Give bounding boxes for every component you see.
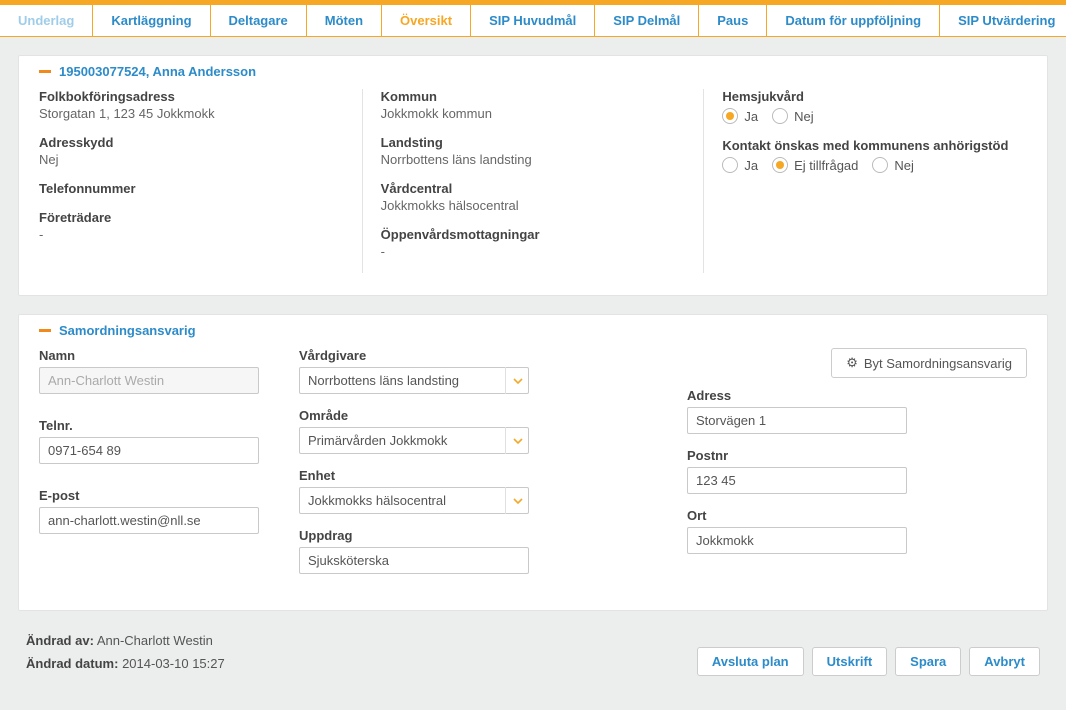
oppenvard-label: Öppenvårdsmottagningar: [381, 227, 686, 242]
tab-kartlaggning[interactable]: Kartläggning: [93, 5, 210, 36]
foretradare-value: -: [39, 227, 344, 242]
patient-panel: 195003077524, Anna Andersson Folkbokföri…: [18, 55, 1048, 296]
tab-paus[interactable]: Paus: [699, 5, 767, 36]
tel-field[interactable]: [39, 437, 259, 464]
kommun-value: Jokkmokk kommun: [381, 106, 686, 121]
spara-button[interactable]: Spara: [895, 647, 961, 676]
andrad-av-label: Ändrad av:: [26, 633, 94, 648]
tab-datum-uppfoljning[interactable]: Datum för uppföljning: [767, 5, 940, 36]
adresskydd-label: Adresskydd: [39, 135, 344, 150]
tab-underlag[interactable]: Underlag: [0, 5, 93, 36]
legend-marker-icon: [39, 70, 51, 73]
vardgivare-select[interactable]: Norrbottens läns landsting: [299, 367, 529, 394]
samordning-panel: Samordningsansvarig Namn Telnr. E-post V…: [18, 314, 1048, 611]
tab-oversikt[interactable]: Översikt: [382, 5, 471, 36]
uppdrag-label: Uppdrag: [299, 528, 529, 543]
omrade-label: Område: [299, 408, 529, 423]
tab-deltagare[interactable]: Deltagare: [211, 5, 307, 36]
adresskydd-value: Nej: [39, 152, 344, 167]
footer: Ändrad av: Ann-Charlott Westin Ändrad da…: [0, 629, 1066, 696]
kommun-label: Kommun: [381, 89, 686, 104]
ort-label: Ort: [687, 508, 907, 523]
enhet-label: Enhet: [299, 468, 529, 483]
chevron-down-icon: [505, 367, 529, 394]
radio-icon: [722, 108, 738, 124]
kontakt-ej[interactable]: Ej tillfrågad: [772, 157, 858, 173]
postnr-field[interactable]: [687, 467, 907, 494]
epost-field[interactable]: [39, 507, 259, 534]
foretradare-label: Företrädare: [39, 210, 344, 225]
radio-label: Nej: [794, 109, 814, 124]
gear-icon: ⚙: [846, 355, 858, 371]
telefon-label: Telefonnummer: [39, 181, 344, 196]
omrade-select[interactable]: Primärvården Jokkmokk: [299, 427, 529, 454]
avbryt-button[interactable]: Avbryt: [969, 647, 1040, 676]
landsting-value: Norrbottens läns landsting: [381, 152, 686, 167]
kontakt-ja[interactable]: Ja: [722, 157, 758, 173]
tab-bar: Underlag Kartläggning Deltagare Möten Öv…: [0, 0, 1066, 37]
landsting-label: Landsting: [381, 135, 686, 150]
chevron-down-icon: [505, 487, 529, 514]
radio-label: Nej: [894, 158, 914, 173]
samordning-title: Samordningsansvarig: [59, 323, 196, 338]
andrad-datum-label: Ändrad datum:: [26, 656, 118, 671]
tab-sip-huvudmal[interactable]: SIP Huvudmål: [471, 5, 595, 36]
kontakt-label: Kontakt önskas med kommunens anhörigstöd: [722, 138, 1027, 153]
avsluta-plan-button[interactable]: Avsluta plan: [697, 647, 804, 676]
adress-label: Adress: [687, 388, 907, 403]
enhet-select[interactable]: Jokkmokks hälsocentral: [299, 487, 529, 514]
vardcentral-value: Jokkmokks hälsocentral: [381, 198, 686, 213]
hemsjukvard-ja[interactable]: Ja: [722, 108, 758, 124]
tab-moten[interactable]: Möten: [307, 5, 382, 36]
radio-label: Ja: [744, 158, 758, 173]
adress-field[interactable]: [687, 407, 907, 434]
hemsjukvard-label: Hemsjukvård: [722, 89, 1027, 104]
folkbokforing-value: Storgatan 1, 123 45 Jokkmokk: [39, 106, 344, 121]
byt-samordning-label: Byt Samordningsansvarig: [864, 356, 1012, 371]
legend-marker-icon: [39, 329, 51, 332]
radio-icon: [722, 157, 738, 173]
tab-sip-utvardering[interactable]: SIP Utvärdering: [940, 5, 1066, 36]
chevron-down-icon: [505, 427, 529, 454]
omrade-value: Primärvården Jokkmokk: [299, 427, 529, 454]
folkbokforing-label: Folkbokföringsadress: [39, 89, 344, 104]
namn-label: Namn: [39, 348, 259, 363]
andrad-av-value: Ann-Charlott Westin: [97, 633, 213, 648]
radio-label: Ja: [744, 109, 758, 124]
radio-icon: [872, 157, 888, 173]
utskrift-button[interactable]: Utskrift: [812, 647, 888, 676]
postnr-label: Postnr: [687, 448, 907, 463]
enhet-value: Jokkmokks hälsocentral: [299, 487, 529, 514]
namn-field: [39, 367, 259, 394]
andrad-datum-value: 2014-03-10 15:27: [122, 656, 225, 671]
byt-samordning-button[interactable]: ⚙ Byt Samordningsansvarig: [831, 348, 1027, 378]
uppdrag-field[interactable]: [299, 547, 529, 574]
hemsjukvard-nej[interactable]: Nej: [772, 108, 814, 124]
kontakt-nej[interactable]: Nej: [872, 157, 914, 173]
radio-label: Ej tillfrågad: [794, 158, 858, 173]
tab-sip-delmal[interactable]: SIP Delmål: [595, 5, 699, 36]
vardgivare-label: Vårdgivare: [299, 348, 529, 363]
ort-field[interactable]: [687, 527, 907, 554]
oppenvard-value: -: [381, 244, 686, 259]
vardgivare-value: Norrbottens läns landsting: [299, 367, 529, 394]
vardcentral-label: Vårdcentral: [381, 181, 686, 196]
epost-label: E-post: [39, 488, 259, 503]
patient-header: 195003077524, Anna Andersson: [59, 64, 256, 79]
radio-icon: [772, 157, 788, 173]
tel-label: Telnr.: [39, 418, 259, 433]
radio-icon: [772, 108, 788, 124]
